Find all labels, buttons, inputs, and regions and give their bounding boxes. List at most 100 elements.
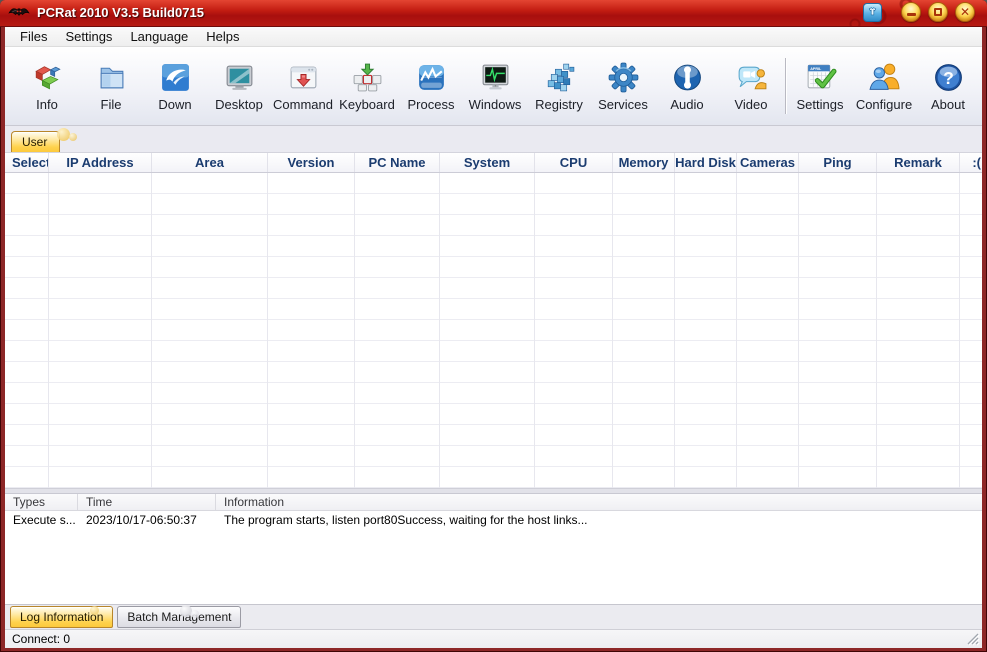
toolbar: Info File Down [5,47,982,126]
folder-icon [95,61,128,94]
maximize-button[interactable] [928,2,948,22]
toolbar-button-process[interactable]: Process [399,52,463,120]
maximize-icon [934,8,942,16]
column-header-memory[interactable]: Memory [613,153,675,172]
log-column-time[interactable]: Time [78,494,216,510]
toolbar-button-file[interactable]: File [79,52,143,120]
svg-text:APRIL: APRIL [810,67,822,71]
toolbar-button-about[interactable]: ? About [916,52,980,120]
column-header-pc-name[interactable]: PC Name [355,153,440,172]
column-header-cpu[interactable]: CPU [535,153,613,172]
log-column-information[interactable]: Information [216,494,982,510]
toolbar-button-registry[interactable]: Registry [527,52,591,120]
table-column [960,173,982,488]
minimize-button[interactable] [901,2,921,22]
shirt-icon [866,6,879,19]
windows-monitor-icon [479,61,512,94]
log-table-body[interactable]: Execute s... 2023/10/17-06:50:37 The pro… [5,511,982,604]
toolbar-label: Windows [469,97,522,112]
column-header-select[interactable]: Select [5,153,49,172]
svg-text:?: ? [943,68,954,88]
table-column [535,173,613,488]
decor-bubble [90,606,99,615]
minimize-icon [907,13,916,16]
title-controls: ✕ [863,2,975,22]
table-column [737,173,799,488]
keyboard-keys-icon [351,61,384,94]
bat-app-icon [8,4,30,21]
toolbar-label: Configure [856,97,912,112]
toolbar-button-services[interactable]: Services [591,52,655,120]
configure-users-icon [868,61,901,94]
column-header-system[interactable]: System [440,153,535,172]
audio-phone-icon [671,61,704,94]
toolbar-label: Video [734,97,767,112]
table-column [675,173,737,488]
column-header-area[interactable]: Area [152,153,268,172]
decor-bubble [57,128,70,141]
column-header-clipped[interactable]: :( [960,153,982,172]
menu-language[interactable]: Language [121,27,197,46]
toolbar-button-audio[interactable]: Audio [655,52,719,120]
toolbar-button-settings[interactable]: APRIL Settings [788,52,852,120]
toolbar-label: Down [158,97,191,112]
toolbar-label: Info [36,97,58,112]
toolbar-button-keyboard[interactable]: Keyboard [335,52,399,120]
menu-settings[interactable]: Settings [56,27,121,46]
table-column [440,173,535,488]
toolbar-button-command[interactable]: Command [271,52,335,120]
column-header-remark[interactable]: Remark [877,153,960,172]
client-frame: Files Settings Language Helps Info [5,27,982,648]
toolbar-button-down[interactable]: Down [143,52,207,120]
menu-bar: Files Settings Language Helps [5,27,982,47]
log-cell-information: The program starts, listen port80Success… [216,511,982,529]
skin-button[interactable] [863,3,882,22]
user-table-body[interactable] [5,173,982,488]
close-icon: ✕ [960,6,970,18]
log-row[interactable]: Execute s... 2023/10/17-06:50:37 The pro… [5,511,982,529]
menu-helps[interactable]: Helps [197,27,248,46]
user-table-header: Select IP Address Area Version PC Name S… [5,152,982,173]
column-header-ping[interactable]: Ping [799,153,877,172]
toolbar-separator [785,58,786,114]
status-bar: Connect: 0 [5,629,982,648]
table-column [877,173,960,488]
process-graph-icon [415,61,448,94]
decor-bubble [191,610,199,618]
tab-user[interactable]: User [11,131,60,152]
desktop-monitor-icon [223,61,256,94]
settings-calendar-icon: APRIL [804,61,837,94]
table-column [268,173,355,488]
table-column [5,173,49,488]
log-column-types[interactable]: Types [5,494,78,510]
title-bar[interactable]: PCRat 2010 V3.5 Build0715 ✕ [0,0,987,27]
log-table-header: Types Time Information [5,493,982,511]
log-cell-time: 2023/10/17-06:50:37 [78,511,216,529]
column-header-cameras[interactable]: Cameras [737,153,799,172]
about-question-icon: ? [932,61,965,94]
toolbar-button-info[interactable]: Info [15,52,79,120]
resize-grip-icon[interactable] [966,632,980,646]
toolbar-button-windows[interactable]: Windows [463,52,527,120]
connect-count-text: Connect: 0 [12,632,70,646]
video-chat-icon [735,61,768,94]
toolbar-button-desktop[interactable]: Desktop [207,52,271,120]
log-cell-type: Execute s... [5,511,78,529]
table-column [613,173,675,488]
view-tabstrip: User [5,126,982,152]
column-header-hard-disk[interactable]: Hard Disk [675,153,737,172]
services-gear-icon [607,61,640,94]
toolbar-label: Desktop [215,97,263,112]
close-button[interactable]: ✕ [955,2,975,22]
registry-cubes-icon [543,61,576,94]
toolbar-label: File [101,97,122,112]
bottom-tabstrip: Log Information Batch Management [5,604,982,629]
menu-files[interactable]: Files [11,27,56,46]
command-window-icon [287,61,320,94]
column-header-ip-address[interactable]: IP Address [49,153,152,172]
toolbar-button-configure[interactable]: Configure [852,52,916,120]
toolbar-label: Audio [670,97,703,112]
column-header-version[interactable]: Version [268,153,355,172]
toolbar-label: Settings [797,97,844,112]
toolbar-button-video[interactable]: Video [719,52,783,120]
